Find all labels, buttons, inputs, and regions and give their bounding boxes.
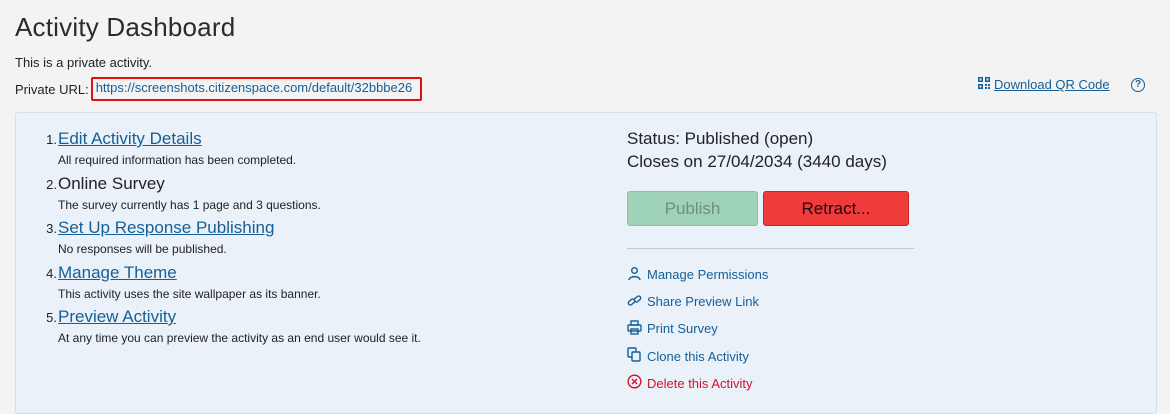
private-note: This is a private activity. [15, 55, 153, 70]
private-url-label: Private URL: [15, 81, 89, 97]
delete-icon [627, 374, 642, 392]
private-url-row: Private URL: https://screenshots.citizen… [15, 77, 423, 101]
delete-activity-label: Delete this Activity [647, 375, 753, 391]
step-description: This activity uses the site wallpaper as… [58, 286, 321, 301]
private-url-highlight: https://screenshots.citizenspace.com/def… [90, 77, 423, 101]
step-number: 5. [46, 310, 57, 325]
step-number: 2. [46, 176, 57, 192]
share-preview-link[interactable]: Share Preview Link [627, 288, 768, 315]
print-icon [627, 320, 642, 338]
manage-permissions-label: Manage Permissions [647, 267, 769, 283]
edit-activity-details-link[interactable]: Edit Activity Details [58, 129, 202, 149]
activity-actions-list: Manage Permissions Share Preview Link Pr… [627, 261, 768, 397]
page-title: Activity Dashboard [15, 12, 236, 42]
manage-permissions-link[interactable]: Manage Permissions [627, 261, 768, 288]
step-description: No responses will be published. [58, 242, 227, 256]
publish-button[interactable]: Publish [627, 191, 758, 226]
closing-date-text: Closes on 27/04/2034 (3440 days) [627, 152, 887, 171]
print-survey-link[interactable]: Print Survey [627, 315, 768, 342]
clone-icon [627, 347, 642, 365]
status-block: Status: Published (open) Closes on 27/04… [627, 127, 887, 173]
step-description: The survey currently has 1 page and 3 qu… [58, 197, 321, 212]
online-survey-title: Online Survey [58, 173, 165, 193]
qr-code-icon [978, 77, 990, 92]
clone-activity-label: Clone this Activity [647, 348, 749, 364]
user-icon [627, 266, 642, 284]
print-survey-label: Print Survey [647, 321, 718, 337]
share-preview-link-label: Share Preview Link [647, 294, 759, 310]
step-description: All required information has been comple… [58, 153, 297, 167]
help-icon[interactable]: ? [1131, 78, 1145, 92]
step-number: 4. [46, 265, 57, 281]
download-qr-code-link[interactable]: Download QR Code [978, 77, 1110, 92]
status-text: Status: Published (open) [627, 129, 814, 148]
delete-activity-link[interactable]: Delete this Activity [627, 370, 768, 397]
step-number: 3. [46, 221, 57, 236]
link-icon [627, 293, 642, 311]
set-up-response-publishing-link[interactable]: Set Up Response Publishing [58, 218, 274, 238]
divider [627, 248, 914, 249]
activity-panel: 1. Edit Activity Details All required in… [15, 112, 1157, 414]
manage-theme-link[interactable]: Manage Theme [58, 263, 177, 283]
clone-activity-link[interactable]: Clone this Activity [627, 343, 768, 370]
step-number: 1. [46, 132, 57, 147]
download-qr-code-label: Download QR Code [994, 77, 1110, 92]
retract-button[interactable]: Retract... [763, 191, 909, 226]
step-description: At any time you can preview the activity… [58, 331, 421, 345]
private-url-link[interactable]: https://screenshots.citizenspace.com/def… [96, 80, 413, 95]
preview-activity-link[interactable]: Preview Activity [58, 307, 176, 327]
